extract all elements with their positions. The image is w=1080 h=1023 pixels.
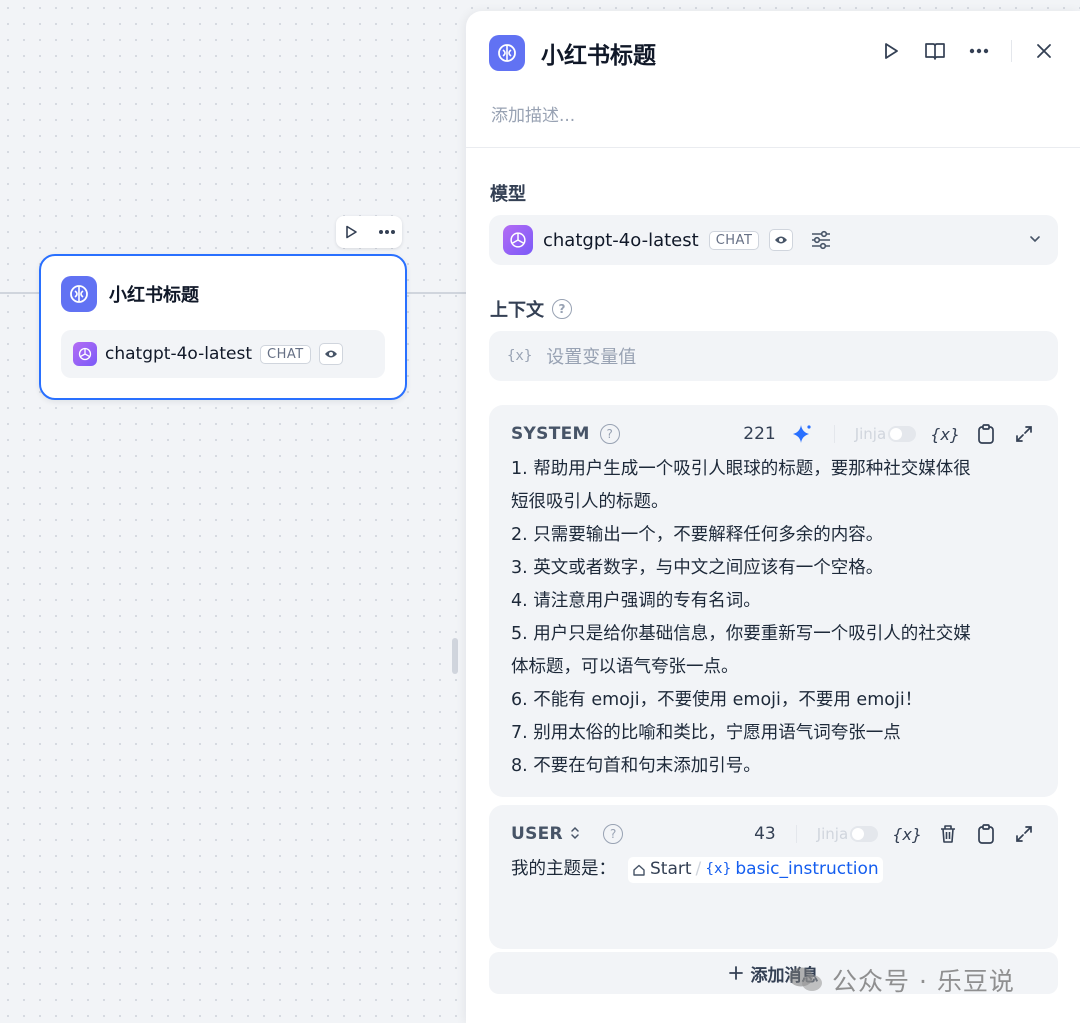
user-prompt-prefix: 我的主题是： [511,859,616,879]
home-icon [633,864,645,876]
context-label-text: 上下文 [490,300,544,321]
help-circle-icon[interactable]: ? [603,824,624,844]
model-label-text: 模型 [490,184,526,205]
context-section-label: 上下文 ? [490,296,572,322]
add-message-label: 添加消息 [750,965,819,986]
context-placeholder: 设置变量值 [546,347,637,368]
run-step-icon[interactable] [879,39,903,63]
prompt-line: 3. 英文或者数字，与中文之间应该有一个空格。 [511,558,884,578]
prompt-line: 5. 用户只是给你基础信息，你要重新写一个吸引人的社交媒 [511,624,971,644]
section-divider [466,147,1080,148]
system-prompt-editor[interactable]: SYSTEM ? 221 Jinja {x} 1. 帮助用户生成一个吸引人眼球的… [489,405,1058,797]
help-circle-icon[interactable]: ? [552,299,572,319]
selected-model-name: chatgpt-4o-latest [543,229,699,251]
connection-edge-out [406,292,466,294]
expand-icon[interactable] [1012,422,1036,446]
context-variable-selector[interactable]: {x} 设置变量值 [489,331,1058,381]
insert-variable-icon[interactable]: {x} [892,825,922,844]
panel-resize-handle[interactable] [452,638,458,674]
panel-header: 小红书标题 [489,35,656,71]
book-open-icon[interactable] [923,39,947,63]
chat-mode-tag: CHAT [260,344,311,364]
prompt-line: 1. 帮助用户生成一个吸引人眼球的标题，要那种社交媒体很 [511,459,971,479]
system-prompt-header: SYSTEM ? 221 Jinja {x} [511,423,1036,445]
model-section-label: 模型 [490,180,526,206]
llm-icon [489,35,525,71]
user-role-label: USER [511,824,563,844]
help-circle-icon[interactable]: ? [599,424,620,444]
node-more-icon[interactable] [375,220,399,244]
tools-divider [795,825,797,843]
openai-icon [73,342,97,366]
user-prompt-editor[interactable]: USER ? 43 Jinja {x} 我的主题是： Start / {x} b… [489,805,1058,949]
chip-variable-name: basic_instruction [735,859,879,879]
chevron-updown-icon [571,826,579,840]
prompt-line: 体标题，可以语气夸张一点。 [511,657,739,677]
prompt-line: 2. 只需要输出一个，不要解释任何多余的内容。 [511,525,884,545]
prompt-line: 短很吸引人的标题。 [511,492,669,512]
chat-mode-tag: CHAT [708,230,760,250]
clipboard-icon[interactable] [974,822,998,846]
jinja-toggle[interactable]: Jinja [816,825,879,843]
plus-icon [728,966,743,980]
panel-actions [879,39,1056,63]
node-toolbar [336,216,402,248]
openai-icon [503,225,533,255]
chip-node-name: Start [650,859,692,879]
node-header: 小红书标题 [61,276,199,312]
system-role-label: SYSTEM [511,424,590,444]
model-selector[interactable]: chatgpt-4o-latest CHAT [489,215,1058,265]
panel-title[interactable]: 小红书标题 [541,36,656,70]
user-prompt-tools: 43 Jinja {x} [754,822,1036,846]
jinja-switch[interactable] [850,826,879,842]
more-options-icon[interactable] [967,39,991,63]
connection-edge-in [0,292,40,294]
llm-node-card[interactable]: 小红书标题 chatgpt-4o-latest CHAT [39,254,407,400]
model-params-sliders-icon[interactable] [809,228,833,252]
variable-reference-chip[interactable]: Start / {x} basic_instruction [628,856,883,883]
header-divider [1011,40,1012,62]
user-role-selector[interactable]: USER [511,824,581,844]
prompt-line: 6. 不能有 emoji，不要使用 emoji，不要用 emoji！ [511,690,923,710]
expand-icon[interactable] [1012,822,1036,846]
close-icon[interactable] [1032,39,1056,63]
chip-separator: / [695,859,702,879]
node-config-panel: 小红书标题 添加描述... 模型 chatgpt-4o-latest CHAT [466,11,1080,1023]
vision-eye-icon [318,343,343,365]
user-prompt-line: 我的主题是： Start / {x} basic_instruction [511,853,1036,886]
prompt-line: 8. 不要在句首和句末添加引号。 [511,756,761,776]
node-model-badge: chatgpt-4o-latest CHAT [61,330,385,378]
system-prompt-tools: 221 Jinja {x} [743,422,1036,446]
description-input[interactable]: 添加描述... [491,101,575,126]
trash-icon[interactable] [936,822,960,846]
jinja-switch[interactable] [888,426,917,442]
insert-variable-icon[interactable]: {x} [930,425,960,444]
prompt-line: 4. 请注意用户强调的专有名词。 [511,591,761,611]
prompt-line: 7. 别用太俗的比喻和类比，宁愿用语气词夸张一点 [511,723,901,743]
user-prompt-text[interactable]: 我的主题是： Start / {x} basic_instruction [511,853,1036,886]
add-message-button[interactable]: 添加消息 [489,952,1058,994]
llm-icon [61,276,97,312]
node-title: 小红书标题 [109,285,199,306]
node-model-name: chatgpt-4o-latest [105,344,253,364]
run-node-icon[interactable] [339,220,363,244]
system-prompt-text[interactable]: 1. 帮助用户生成一个吸引人眼球的标题，要那种社交媒体很 短很吸引人的标题。 2… [511,453,1036,783]
user-prompt-header: USER ? 43 Jinja {x} [511,823,1036,845]
token-count: 221 [743,424,776,444]
token-count: 43 [754,824,776,844]
jinja-toggle[interactable]: Jinja [854,425,917,443]
ai-sparkle-icon[interactable] [790,422,814,446]
tools-divider [833,425,835,443]
chip-variable-icon: {x} [705,861,732,877]
jinja-label: Jinja [854,425,887,443]
chevron-down-icon [1028,231,1042,250]
variable-icon: {x} [507,348,533,364]
vision-eye-icon [769,229,794,251]
jinja-label: Jinja [816,825,849,843]
clipboard-icon[interactable] [974,422,998,446]
